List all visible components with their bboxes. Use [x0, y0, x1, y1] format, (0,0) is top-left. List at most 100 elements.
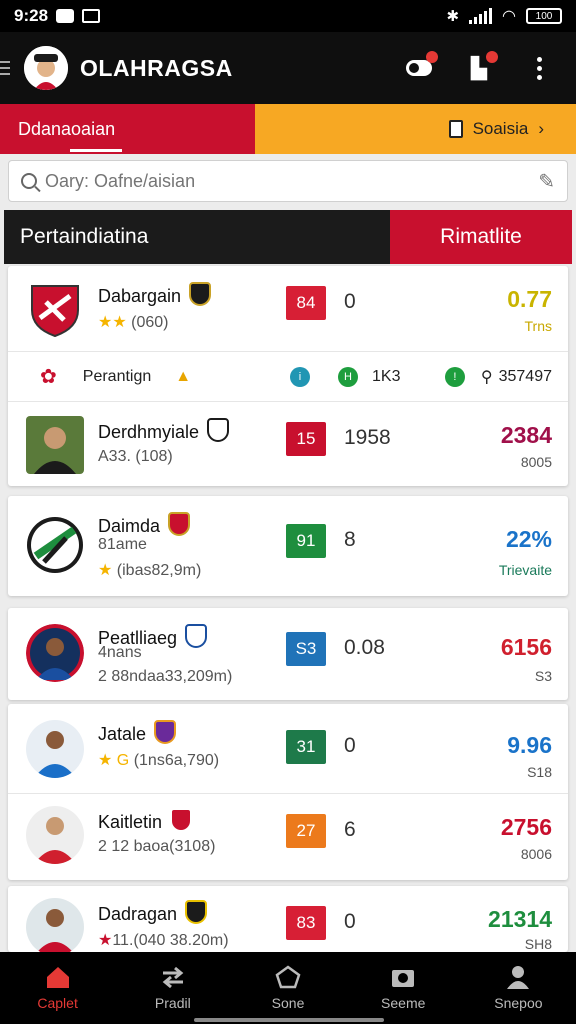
- nav-label: Caplet: [37, 995, 78, 1011]
- rank-badge: 31: [286, 730, 326, 764]
- player-row[interactable]: Kaitletin 2 12 baoa(3108) 27 6 2756 8006: [8, 794, 568, 880]
- tab-secondary[interactable]: Soaisia ›: [255, 104, 576, 154]
- nav-item-sone[interactable]: Sone: [230, 952, 345, 1024]
- alert-icon: !: [444, 366, 465, 387]
- player-value: 2384: [500, 422, 552, 448]
- notification-dot: [486, 51, 498, 63]
- nav-item-snepoo[interactable]: Snepoo: [461, 952, 576, 1024]
- rank-badge: 84: [286, 286, 326, 320]
- player-mid-value: 0.08: [344, 636, 385, 659]
- nav-label: Snepoo: [494, 995, 543, 1011]
- club-badge-icon: [168, 512, 191, 536]
- hint-icon: H: [338, 366, 358, 387]
- player-sub-value: S3: [534, 668, 552, 684]
- rating-stars: ★ G: [98, 752, 130, 769]
- tab-secondary-label: Soaisia: [472, 119, 529, 138]
- nav-item-seeme[interactable]: Seeme: [346, 952, 461, 1024]
- player-row[interactable]: Dabargain ★★ (060) 84 0 0.77 Trns: [8, 266, 568, 352]
- tab-bar: Ddanaoaian Soaisia ›: [0, 104, 576, 154]
- home-indicator: [194, 1018, 384, 1022]
- notification-dot: [426, 51, 438, 63]
- search-bar[interactable]: ✎: [8, 160, 568, 202]
- player-name: Jatale: [98, 724, 147, 744]
- rank-badge: 91: [286, 524, 326, 558]
- battery-icon: 100: [526, 8, 562, 24]
- signal-icon: [469, 8, 493, 24]
- stats-label: Perantign: [82, 367, 152, 385]
- player-value: 9.96: [507, 732, 552, 758]
- player-sub: 2 12 baoa(3108): [98, 838, 216, 855]
- player-sub: (060): [131, 314, 169, 331]
- battery-level: 100: [535, 10, 553, 22]
- player-value: 2756: [500, 814, 552, 840]
- notification-icon: [56, 9, 75, 23]
- edit-icon[interactable]: ✎: [538, 169, 555, 194]
- player-sub-extra: 2 88ndaa33,209m): [98, 668, 233, 685]
- player-value: 21314: [488, 906, 552, 932]
- player-sub-value: 8006: [520, 846, 552, 862]
- toggle-button[interactable]: [406, 51, 438, 81]
- swap-icon: [162, 966, 184, 989]
- player-photo: [26, 898, 84, 952]
- player-row[interactable]: Daimda 81ame ★ (ibas82,9m) 91 8 22% Trie…: [8, 496, 568, 596]
- flower-icon: ✿: [40, 366, 57, 388]
- player-mid-value: 1958: [344, 426, 391, 449]
- player-row[interactable]: Derdhmyiale A33. (108) 15 1958 2384 8005: [8, 402, 568, 486]
- club-badge-icon: [170, 808, 193, 832]
- club-badge-icon: [207, 418, 230, 442]
- club-badge-icon: [154, 720, 177, 744]
- player-photo: [26, 720, 84, 778]
- player-card: Daimda 81ame ★ (ibas82,9m) 91 8 22% Trie…: [8, 496, 568, 596]
- clipboard-icon: [448, 120, 463, 138]
- gallery-icon: [82, 9, 101, 23]
- player-card: Dadragan ★11.(040 38.20m) 83 0 21314 SH8: [8, 886, 568, 952]
- rank-badge: S3: [286, 632, 326, 666]
- more-menu-button[interactable]: [526, 55, 552, 81]
- tab-primary[interactable]: Ddanaoaian: [0, 104, 255, 154]
- player-sub-value: Trievaite: [498, 562, 552, 578]
- app-bar: OLAHRAGSA ▙: [0, 32, 576, 104]
- stats-value-2: 357497: [498, 367, 552, 385]
- rank-badge: 27: [286, 814, 326, 848]
- section-action[interactable]: Rimatlite: [390, 210, 572, 264]
- pentagon-icon: [275, 965, 301, 989]
- nav-item-pradil[interactable]: Pradil: [115, 952, 230, 1024]
- team-crest: [26, 280, 84, 338]
- section-title: Pertaindiatina: [4, 210, 390, 264]
- player-value: 0.77: [507, 286, 552, 312]
- player-row[interactable]: Jatale ★ G (1ns6a,790) 31 0 9.96 S18: [8, 704, 568, 794]
- player-sub-value: 8005: [520, 454, 552, 470]
- rank-badge: 15: [286, 422, 326, 456]
- search-icon: [21, 173, 37, 189]
- club-badge-icon: [185, 900, 208, 924]
- stats-value-1: 1K3: [372, 367, 401, 385]
- home-icon: [46, 967, 69, 988]
- stats-button[interactable]: ▙: [466, 51, 498, 81]
- player-sub: A33. (108): [98, 448, 173, 465]
- menu-icon[interactable]: [0, 61, 10, 75]
- player-name: Daimda: [98, 516, 161, 536]
- player-sub: 11.(040 38.20m): [112, 932, 229, 949]
- nav-label: Sone: [271, 995, 305, 1011]
- tab-primary-label: Ddanaoaian: [18, 118, 116, 139]
- bluetooth-icon: ✱: [446, 8, 460, 25]
- player-row[interactable]: Dadragan ★11.(040 38.20m) 83 0 21314 SH8: [8, 886, 568, 952]
- player-mid-value: 0: [344, 910, 356, 933]
- player-card: Peatlliaeg 4nans 2 88ndaa33,209m) S3 0.0…: [8, 608, 568, 700]
- player-mid-value: 0: [344, 290, 356, 313]
- tab-indicator: [70, 149, 122, 152]
- player-mid-value: 0: [344, 734, 356, 757]
- chart-icon: ▙: [471, 57, 487, 80]
- nav-item-caplet[interactable]: Caplet: [0, 952, 115, 1024]
- bottom-nav: Caplet Pradil Sone Seeme Snepoo: [0, 952, 576, 1024]
- player-mid-value: 8: [344, 528, 356, 551]
- club-badge-icon: [189, 282, 212, 306]
- player-row[interactable]: Peatlliaeg 4nans 2 88ndaa33,209m) S3 0.0…: [8, 608, 568, 700]
- rating-stars: ★: [98, 932, 113, 949]
- search-input[interactable]: [45, 170, 539, 192]
- player-value: 22%: [505, 526, 552, 552]
- player-name: Kaitletin: [98, 812, 163, 832]
- player-photo: [26, 624, 84, 682]
- toggle-icon: [406, 60, 432, 76]
- player-mid-value: 6: [344, 818, 356, 841]
